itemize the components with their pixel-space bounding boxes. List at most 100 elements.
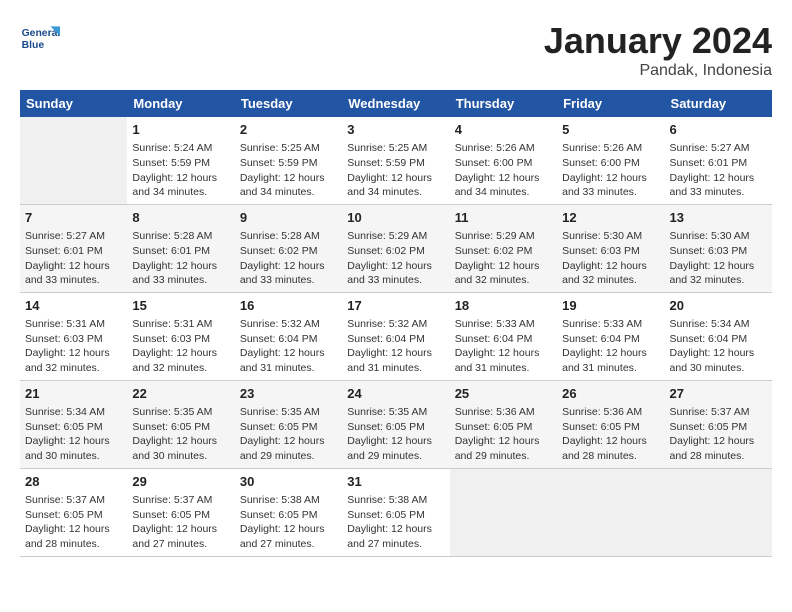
- table-row: 9 Sunrise: 5:28 AM Sunset: 6:02 PM Daylig…: [235, 204, 342, 292]
- table-row: [20, 117, 127, 204]
- logo-icon: General Blue: [20, 20, 60, 60]
- day-number: 5: [562, 121, 659, 139]
- header-saturday: Saturday: [665, 90, 772, 117]
- table-row: 5 Sunrise: 5:26 AM Sunset: 6:00 PM Daylig…: [557, 117, 664, 204]
- day-detail: Sunrise: 5:26 AM Sunset: 6:00 PM Dayligh…: [562, 141, 659, 200]
- day-number: 10: [347, 209, 444, 227]
- day-detail: Sunrise: 5:30 AM Sunset: 6:03 PM Dayligh…: [670, 229, 767, 288]
- day-detail: Sunrise: 5:36 AM Sunset: 6:05 PM Dayligh…: [562, 405, 659, 464]
- table-row: 20Sunrise: 5:34 AM Sunset: 6:04 PM Dayli…: [665, 292, 772, 380]
- table-row: 27 Sunrise: 5:37 AM Sunset: 6:05 PM Dayli…: [665, 380, 772, 468]
- day-number: 17: [347, 297, 444, 315]
- day-number: 1: [132, 121, 229, 139]
- day-number: 4: [455, 121, 552, 139]
- day-number: 25: [455, 385, 552, 403]
- header-sunday: Sunday: [20, 90, 127, 117]
- day-detail: Sunrise: 5:32 AM Sunset: 6:04 PM Dayligh…: [240, 317, 337, 376]
- day-number: 9: [240, 209, 337, 227]
- table-row: 21Sunrise: 5:34 AM Sunset: 6:05 PM Dayli…: [20, 380, 127, 468]
- calendar-week-row: 7Sunrise: 5:27 AM Sunset: 6:01 PM Daylig…: [20, 204, 772, 292]
- table-row: 19Sunrise: 5:33 AM Sunset: 6:04 PM Dayli…: [557, 292, 664, 380]
- day-detail: Sunrise: 5:35 AM Sunset: 6:05 PM Dayligh…: [132, 405, 229, 464]
- table-row: [557, 468, 664, 556]
- table-row: 29Sunrise: 5:37 AM Sunset: 6:05 PM Dayli…: [127, 468, 234, 556]
- table-row: [450, 468, 557, 556]
- table-row: 28 Sunrise: 5:37 AM Sunset: 6:05 PM Dayli…: [20, 468, 127, 556]
- header-wednesday: Wednesday: [342, 90, 449, 117]
- day-number: 16: [240, 297, 337, 315]
- header-thursday: Thursday: [450, 90, 557, 117]
- day-number: 2: [240, 121, 337, 139]
- day-detail: Sunrise: 5:30 AM Sunset: 6:03 PM Dayligh…: [562, 229, 659, 288]
- page-header: General Blue January 2024 Pandak, Indone…: [20, 20, 772, 80]
- table-row: 31 Sunrise: 5:38 AM Sunset: 6:05 PM Dayli…: [342, 468, 449, 556]
- day-detail: Sunrise: 5:29 AM Sunset: 6:02 PM Dayligh…: [347, 229, 444, 288]
- svg-text:Blue: Blue: [22, 40, 45, 51]
- table-row: 26 Sunrise: 5:36 AM Sunset: 6:05 PM Dayli…: [557, 380, 664, 468]
- calendar-week-row: 28 Sunrise: 5:37 AM Sunset: 6:05 PM Dayli…: [20, 468, 772, 556]
- day-number: 15: [132, 297, 229, 315]
- day-detail: Sunrise: 5:37 AM Sunset: 6:05 PM Dayligh…: [25, 493, 122, 552]
- day-detail: Sunrise: 5:25 AM Sunset: 5:59 PM Dayligh…: [240, 141, 337, 200]
- table-row: 4 Sunrise: 5:26 AM Sunset: 6:00 PM Daylig…: [450, 117, 557, 204]
- day-number: 3: [347, 121, 444, 139]
- page-title: January 2024: [544, 20, 772, 62]
- calendar-week-row: 14 Sunrise: 5:31 AM Sunset: 6:03 PM Dayli…: [20, 292, 772, 380]
- day-detail: Sunrise: 5:28 AM Sunset: 6:02 PM Dayligh…: [240, 229, 337, 288]
- day-number: 13: [670, 209, 767, 227]
- calendar-header-row: Sunday Monday Tuesday Wednesday Thursday…: [20, 90, 772, 117]
- day-detail: Sunrise: 5:33 AM Sunset: 6:04 PM Dayligh…: [455, 317, 552, 376]
- day-number: 30: [240, 473, 337, 491]
- day-detail: Sunrise: 5:27 AM Sunset: 6:01 PM Dayligh…: [25, 229, 122, 288]
- day-number: 11: [455, 209, 552, 227]
- day-detail: Sunrise: 5:29 AM Sunset: 6:02 PM Dayligh…: [455, 229, 552, 288]
- day-number: 22: [132, 385, 229, 403]
- day-number: 23: [240, 385, 337, 403]
- calendar-week-row: 21Sunrise: 5:34 AM Sunset: 6:05 PM Dayli…: [20, 380, 772, 468]
- day-number: 21: [25, 385, 122, 403]
- table-row: 6Sunrise: 5:27 AM Sunset: 6:01 PM Daylig…: [665, 117, 772, 204]
- calendar-week-row: 1Sunrise: 5:24 AM Sunset: 5:59 PM Daylig…: [20, 117, 772, 204]
- table-row: 14 Sunrise: 5:31 AM Sunset: 6:03 PM Dayli…: [20, 292, 127, 380]
- table-row: 8 Sunrise: 5:28 AM Sunset: 6:01 PM Daylig…: [127, 204, 234, 292]
- header-friday: Friday: [557, 90, 664, 117]
- page-subtitle: Pandak, Indonesia: [544, 62, 772, 80]
- day-number: 29: [132, 473, 229, 491]
- day-number: 27: [670, 385, 767, 403]
- table-row: 22 Sunrise: 5:35 AM Sunset: 6:05 PM Dayli…: [127, 380, 234, 468]
- table-row: 24 Sunrise: 5:35 AM Sunset: 6:05 PM Dayli…: [342, 380, 449, 468]
- day-detail: Sunrise: 5:38 AM Sunset: 6:05 PM Dayligh…: [347, 493, 444, 552]
- day-detail: Sunrise: 5:35 AM Sunset: 6:05 PM Dayligh…: [347, 405, 444, 464]
- calendar-table: Sunday Monday Tuesday Wednesday Thursday…: [20, 90, 772, 557]
- day-detail: Sunrise: 5:28 AM Sunset: 6:01 PM Dayligh…: [132, 229, 229, 288]
- day-detail: Sunrise: 5:31 AM Sunset: 6:03 PM Dayligh…: [25, 317, 122, 376]
- logo: General Blue: [20, 20, 64, 60]
- table-row: [665, 468, 772, 556]
- day-number: 8: [132, 209, 229, 227]
- day-detail: Sunrise: 5:26 AM Sunset: 6:00 PM Dayligh…: [455, 141, 552, 200]
- day-number: 19: [562, 297, 659, 315]
- day-number: 26: [562, 385, 659, 403]
- day-detail: Sunrise: 5:37 AM Sunset: 6:05 PM Dayligh…: [670, 405, 767, 464]
- table-row: 17 Sunrise: 5:32 AM Sunset: 6:04 PM Dayli…: [342, 292, 449, 380]
- table-row: 15Sunrise: 5:31 AM Sunset: 6:03 PM Dayli…: [127, 292, 234, 380]
- day-number: 24: [347, 385, 444, 403]
- table-row: 2 Sunrise: 5:25 AM Sunset: 5:59 PM Daylig…: [235, 117, 342, 204]
- table-row: 1Sunrise: 5:24 AM Sunset: 5:59 PM Daylig…: [127, 117, 234, 204]
- day-detail: Sunrise: 5:34 AM Sunset: 6:04 PM Dayligh…: [670, 317, 767, 376]
- day-number: 28: [25, 473, 122, 491]
- day-detail: Sunrise: 5:32 AM Sunset: 6:04 PM Dayligh…: [347, 317, 444, 376]
- day-number: 31: [347, 473, 444, 491]
- day-detail: Sunrise: 5:38 AM Sunset: 6:05 PM Dayligh…: [240, 493, 337, 552]
- day-number: 18: [455, 297, 552, 315]
- day-number: 14: [25, 297, 122, 315]
- day-detail: Sunrise: 5:25 AM Sunset: 5:59 PM Dayligh…: [347, 141, 444, 200]
- table-row: 12Sunrise: 5:30 AM Sunset: 6:03 PM Dayli…: [557, 204, 664, 292]
- header-monday: Monday: [127, 90, 234, 117]
- table-row: 23 Sunrise: 5:35 AM Sunset: 6:05 PM Dayli…: [235, 380, 342, 468]
- day-number: 6: [670, 121, 767, 139]
- title-section: January 2024 Pandak, Indonesia: [544, 20, 772, 80]
- table-row: 3 Sunrise: 5:25 AM Sunset: 5:59 PM Daylig…: [342, 117, 449, 204]
- day-detail: Sunrise: 5:35 AM Sunset: 6:05 PM Dayligh…: [240, 405, 337, 464]
- day-detail: Sunrise: 5:36 AM Sunset: 6:05 PM Dayligh…: [455, 405, 552, 464]
